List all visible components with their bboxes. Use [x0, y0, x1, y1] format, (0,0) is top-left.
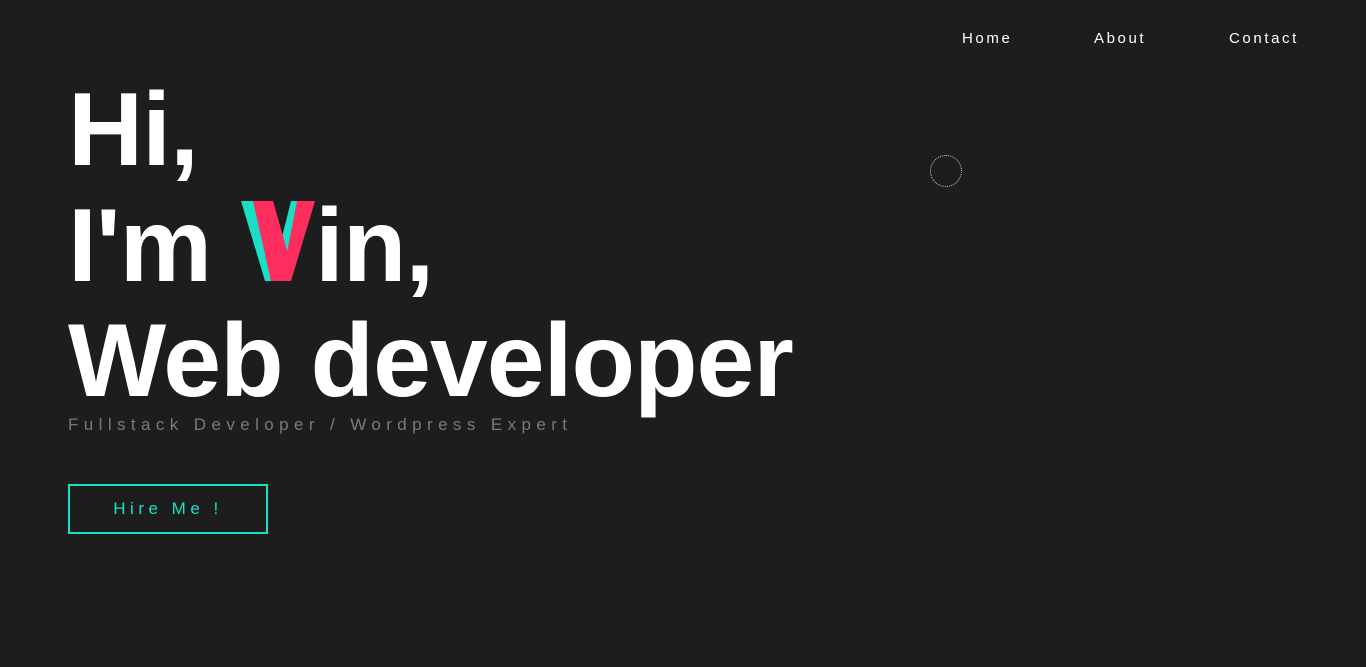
main-nav: Home About Contact — [0, 30, 1366, 48]
cursor-ring-icon — [930, 155, 962, 187]
hero-intro: I'm in, — [68, 194, 434, 298]
nav-link-about[interactable]: About — [1094, 30, 1146, 47]
hire-me-button[interactable]: Hire Me ! — [68, 484, 268, 534]
hero-subtitle: Fullstack Developer / Wordpress Expert — [68, 415, 573, 434]
hero-intro-prefix: I'm — [68, 188, 239, 304]
nav-link-home[interactable]: Home — [962, 30, 1012, 47]
hero-intro-suffix: in, — [315, 188, 434, 304]
page: Home About Contact Hi, I'm in, Web devel… — [0, 0, 1366, 667]
hero-greeting: Hi, — [68, 72, 199, 188]
v-logo-icon — [241, 201, 317, 281]
hero-role: Web developer — [68, 303, 794, 419]
nav-link-contact[interactable]: Contact — [1229, 30, 1299, 47]
